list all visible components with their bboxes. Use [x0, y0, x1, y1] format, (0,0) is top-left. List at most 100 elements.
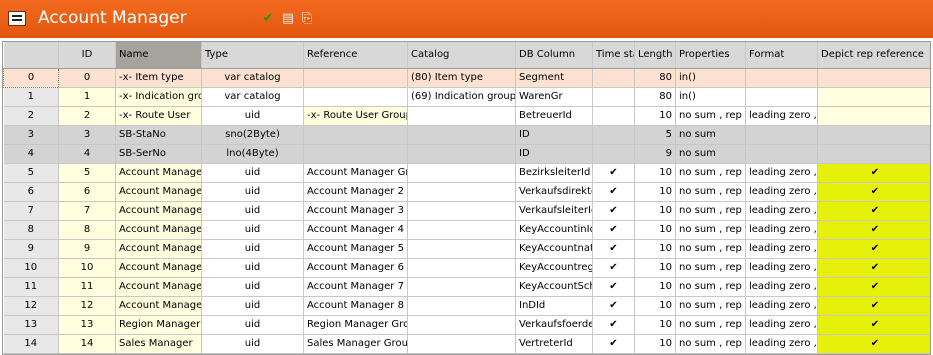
- cell-db-column[interactable]: VertreterId: [515, 334, 593, 354]
- cell-time-stamp[interactable]: ✔: [592, 239, 635, 259]
- cell-row-number[interactable]: 6: [3, 182, 59, 202]
- cell-name[interactable]: -x- Route User: [115, 106, 202, 126]
- cell-time-stamp[interactable]: ✔: [592, 163, 635, 183]
- cell-name[interactable]: Account Manager: [115, 163, 202, 183]
- cell-length[interactable]: 9: [634, 144, 676, 164]
- cell-depict-rep-reference[interactable]: ✔: [817, 201, 930, 221]
- cell-format[interactable]: leading zero ,: [745, 334, 818, 354]
- cell-catalog[interactable]: [407, 163, 516, 183]
- cell-time-stamp[interactable]: ✔: [592, 220, 635, 240]
- cell-properties[interactable]: no sum , rep: [675, 239, 746, 259]
- table-row[interactable]: 10 10 Account Manager uid Account Manager 6 …: [3, 258, 930, 278]
- cell-id[interactable]: 5: [58, 163, 116, 183]
- cell-depict-rep-reference[interactable]: [817, 106, 930, 126]
- cell-time-stamp[interactable]: ✔: [592, 296, 635, 316]
- cell-length[interactable]: 10: [634, 182, 676, 202]
- table-row[interactable]: 0 0 -x- Item type var catalog (80) Item type…: [3, 67, 930, 88]
- cell-depict-rep-reference[interactable]: [817, 125, 930, 145]
- check-icon[interactable]: ✔: [260, 10, 276, 26]
- cell-row-number[interactable]: 11: [3, 277, 59, 297]
- cell-length[interactable]: 10: [634, 163, 676, 183]
- table-row[interactable]: 1 1 -x- Indication gro var catalog (69) Indi…: [3, 87, 930, 107]
- export-icon[interactable]: ⎘: [299, 10, 315, 26]
- cell-format[interactable]: leading zero ,: [745, 315, 818, 335]
- cell-row-number[interactable]: 3: [3, 125, 59, 145]
- cell-db-column[interactable]: ID: [515, 125, 593, 145]
- cell-id[interactable]: 0: [58, 68, 116, 88]
- column-header-db-column[interactable]: DB Column: [515, 42, 593, 69]
- cell-format[interactable]: [745, 68, 818, 88]
- cell-name[interactable]: Account Manager: [115, 296, 202, 316]
- cell-depict-rep-reference[interactable]: [817, 87, 930, 107]
- cell-name[interactable]: Account Manager: [115, 201, 202, 221]
- cell-id[interactable]: 2: [58, 106, 116, 126]
- cell-properties[interactable]: no sum , rep: [675, 277, 746, 297]
- cell-name[interactable]: Account Manager: [115, 220, 202, 240]
- cell-catalog[interactable]: [407, 239, 516, 259]
- cell-length[interactable]: 80: [634, 68, 676, 88]
- cell-time-stamp[interactable]: [592, 125, 635, 145]
- cell-reference[interactable]: Account Manager 8 G: [303, 296, 408, 316]
- cell-id[interactable]: 3: [58, 125, 116, 145]
- cell-length[interactable]: 10: [634, 239, 676, 259]
- cell-db-column[interactable]: Segment: [515, 68, 593, 88]
- cell-reference[interactable]: Region Manager Grou: [303, 315, 408, 335]
- cell-depict-rep-reference[interactable]: ✔: [817, 239, 930, 259]
- cell-catalog[interactable]: [407, 334, 516, 354]
- cell-db-column[interactable]: ID: [515, 144, 593, 164]
- print-icon[interactable]: ▤: [280, 10, 296, 26]
- column-header-catalog[interactable]: Catalog: [407, 42, 516, 69]
- column-header-name[interactable]: Name: [115, 42, 202, 69]
- cell-format[interactable]: leading zero ,: [745, 277, 818, 297]
- cell-db-column[interactable]: InDId: [515, 296, 593, 316]
- cell-id[interactable]: 14: [58, 334, 116, 354]
- cell-length[interactable]: 10: [634, 201, 676, 221]
- cell-depict-rep-reference[interactable]: ✔: [817, 163, 930, 183]
- cell-depict-rep-reference[interactable]: [817, 68, 930, 88]
- cell-format[interactable]: leading zero ,: [745, 182, 818, 202]
- cell-type[interactable]: uid: [201, 163, 304, 183]
- cell-db-column[interactable]: Verkaufsdirekto: [515, 182, 593, 202]
- cell-time-stamp[interactable]: ✔: [592, 277, 635, 297]
- column-header-format[interactable]: Format: [745, 42, 818, 69]
- cell-type[interactable]: uid: [201, 258, 304, 278]
- cell-name[interactable]: -x- Item type: [115, 68, 202, 88]
- cell-name[interactable]: Sales Manager: [115, 334, 202, 354]
- cell-reference[interactable]: [303, 87, 408, 107]
- cell-properties[interactable]: no sum , rep: [675, 163, 746, 183]
- cell-type[interactable]: uid: [201, 182, 304, 202]
- data-grid[interactable]: ID Name Type Reference Catalog DB Column Time …: [2, 41, 931, 355]
- cell-format[interactable]: leading zero ,: [745, 220, 818, 240]
- table-row[interactable]: 7 7 Account Manager uid Account Manager 3 GV…: [3, 201, 930, 221]
- cell-type[interactable]: uid: [201, 201, 304, 221]
- cell-catalog[interactable]: [407, 296, 516, 316]
- cell-id[interactable]: 7: [58, 201, 116, 221]
- cell-format[interactable]: leading zero ,: [745, 201, 818, 221]
- cell-type[interactable]: uid: [201, 315, 304, 335]
- cell-name[interactable]: Account Manager: [115, 239, 202, 259]
- cell-length[interactable]: 10: [634, 258, 676, 278]
- cell-id[interactable]: 8: [58, 220, 116, 240]
- cell-id[interactable]: 10: [58, 258, 116, 278]
- cell-format[interactable]: [745, 125, 818, 145]
- cell-length[interactable]: 10: [634, 334, 676, 354]
- cell-db-column[interactable]: BetreuerId: [515, 106, 593, 126]
- cell-format[interactable]: [745, 144, 818, 164]
- cell-depict-rep-reference[interactable]: ✔: [817, 296, 930, 316]
- cell-row-number[interactable]: 13: [3, 315, 59, 335]
- cell-db-column[interactable]: Verkaufsfoerde: [515, 315, 593, 335]
- cell-type[interactable]: lno(4Byte): [201, 144, 304, 164]
- cell-name[interactable]: SB-SerNo: [115, 144, 202, 164]
- cell-row-number[interactable]: 9: [3, 239, 59, 259]
- column-header-row-number[interactable]: [3, 42, 59, 69]
- table-row[interactable]: 2 2 -x- Route User uid -x- Route User Group B…: [3, 106, 930, 126]
- cell-row-number[interactable]: 8: [3, 220, 59, 240]
- cell-reference[interactable]: Account Manager 3 G: [303, 201, 408, 221]
- cell-properties[interactable]: no sum , rep: [675, 315, 746, 335]
- cell-time-stamp[interactable]: ✔: [592, 334, 635, 354]
- cell-row-number[interactable]: 1: [3, 87, 59, 107]
- cell-name[interactable]: -x- Indication gro: [115, 87, 202, 107]
- cell-length[interactable]: 10: [634, 106, 676, 126]
- cell-id[interactable]: 12: [58, 296, 116, 316]
- column-header-id[interactable]: ID: [58, 42, 116, 69]
